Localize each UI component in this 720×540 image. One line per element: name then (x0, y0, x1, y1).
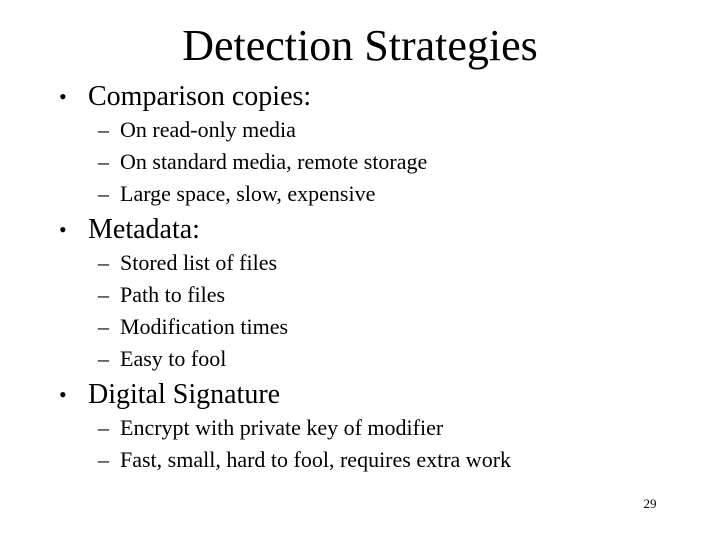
dash-icon: – (98, 447, 109, 472)
sub-item: – Stored list of files (0, 247, 720, 279)
dash-icon: – (98, 314, 109, 339)
sub-item: – Easy to fool (0, 343, 720, 375)
bullet-icon: • (59, 84, 67, 109)
sub-item-text: Encrypt with private key of modifier (120, 415, 444, 440)
sub-item: – Encrypt with private key of modifier (0, 412, 720, 444)
dash-icon: – (98, 415, 109, 440)
sub-list: – Stored list of files – Path to files –… (0, 247, 720, 375)
sub-item: – Fast, small, hard to fool, requires ex… (0, 444, 720, 476)
bullet-item: • Comparison copies: (0, 80, 720, 114)
sub-item-text: Easy to fool (120, 346, 227, 371)
sub-item-text: Modification times (120, 314, 289, 339)
sub-item: – On standard media, remote storage (0, 146, 720, 178)
bullet-heading: Digital Signature (88, 379, 281, 410)
sub-item-text: Stored list of files (120, 250, 278, 275)
sub-item: – Large space, slow, expensive (0, 178, 720, 210)
sub-item-text: Large space, slow, expensive (120, 181, 376, 206)
sub-item: – Path to files (0, 279, 720, 311)
dash-icon: – (98, 149, 109, 174)
dash-icon: – (98, 181, 109, 206)
section-digital-signature: • Digital Signature – Encrypt with priva… (0, 378, 720, 476)
bullet-icon: • (59, 217, 67, 242)
dash-icon: – (98, 250, 109, 275)
sub-item-text: Fast, small, hard to fool, requires extr… (120, 447, 512, 472)
sub-item-text: On standard media, remote storage (120, 149, 428, 174)
bullet-heading: Comparison copies: (88, 81, 312, 112)
bullet-item: • Digital Signature (0, 378, 720, 412)
sub-item-text: Path to files (120, 282, 226, 307)
sub-list: – Encrypt with private key of modifier –… (0, 412, 720, 476)
section-comparison-copies: • Comparison copies: – On read-only medi… (0, 80, 720, 210)
dash-icon: – (98, 117, 109, 142)
slide: Detection Strategies • Comparison copies… (0, 0, 720, 540)
sub-item: – On read-only media (0, 114, 720, 146)
sub-list: – On read-only media – On standard media… (0, 114, 720, 210)
page-number: 29 (643, 496, 657, 511)
sub-item: – Modification times (0, 311, 720, 343)
dash-icon: – (98, 282, 109, 307)
dash-icon: – (98, 346, 109, 371)
sub-item-text: On read-only media (120, 117, 296, 142)
bullet-heading: Metadata: (88, 214, 200, 245)
bullet-item: • Metadata: (0, 213, 720, 247)
bullet-icon: • (59, 382, 67, 407)
slide-title: Detection Strategies (182, 21, 538, 70)
section-metadata: • Metadata: – Stored list of files – Pat… (0, 213, 720, 375)
